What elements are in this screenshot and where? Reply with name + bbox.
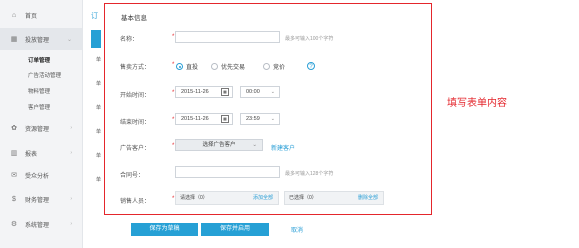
cancel-button[interactable]: 取消	[291, 225, 303, 234]
background-accent-strip	[91, 30, 101, 48]
client-select-button[interactable]: 选择广告客户 ⌄	[175, 139, 263, 151]
sidebar-item-system[interactable]: ⚙ 系统管理 ›	[0, 213, 82, 235]
chevron-right-icon: ›	[70, 150, 72, 156]
sidebar-item-label: 受众分析	[25, 173, 50, 180]
chevron-right-icon: ›	[70, 196, 72, 202]
start-time-label: 开始时间：	[120, 93, 151, 99]
sidebar-item-label: 首页	[25, 13, 38, 20]
sidebar-subitem-materials[interactable]: 物料管理	[28, 87, 50, 95]
radio-dot	[211, 63, 218, 70]
save-enable-button[interactable]: 保存并启用	[201, 223, 269, 236]
required-mark: *	[172, 62, 175, 68]
chevron-down-icon: ⌄	[270, 89, 275, 95]
background-text: 单	[96, 57, 102, 63]
remove-all-link[interactable]: 删除全部	[358, 192, 378, 204]
dollar-icon: $	[12, 195, 16, 203]
sidebar-item-resources[interactable]: ✿ 资源管理 ›	[0, 117, 82, 139]
start-time-select[interactable]: 00:00 ⌄	[240, 86, 280, 98]
sidebar-subitem-campaigns[interactable]: 广告活动管理	[28, 71, 61, 79]
background-text: 单	[96, 81, 102, 87]
background-text: 单	[96, 153, 102, 159]
radio-dot	[176, 63, 183, 70]
end-time-label: 结束时间：	[120, 120, 151, 126]
client-label: 广告客户：	[120, 146, 151, 152]
radio-label: 优先交易	[221, 65, 246, 71]
required-mark: *	[172, 117, 175, 123]
gear-icon: ✿	[11, 125, 17, 132]
client-select-label: 选择广告客户	[202, 142, 236, 148]
sidebar-item-label: 财务管理	[25, 197, 50, 204]
radio-label: 竞价	[273, 65, 286, 71]
required-mark: *	[172, 196, 175, 202]
sidebar-item-label: 资源管理	[25, 126, 50, 133]
sidebar-item-delivery[interactable]: ▦ 投放管理 ⌄	[0, 28, 82, 50]
radio-bidding[interactable]: 竞价	[263, 62, 285, 71]
annotation-text: 填写表单内容	[447, 98, 507, 109]
calendar-icon[interactable]: ▦	[221, 88, 229, 96]
sidebar-subitem-clients[interactable]: 客户管理	[28, 103, 50, 111]
end-time-select[interactable]: 23:59 ⌄	[240, 113, 280, 125]
sales-available-box: 请选择（0） 添加全部	[175, 191, 279, 205]
background-text: 单	[96, 105, 102, 111]
sale-type-label: 售卖方式：	[120, 65, 151, 71]
radio-direct[interactable]: 直投	[176, 62, 198, 71]
add-all-link[interactable]: 添加全部	[253, 192, 273, 204]
bar-chart-icon: ▥	[10, 150, 18, 157]
sidebar-item-label: 系统管理	[25, 222, 50, 229]
name-label: 名称：	[120, 37, 139, 43]
required-mark: *	[172, 143, 175, 149]
radio-label: 直投	[186, 65, 199, 71]
message-icon: ✉	[11, 172, 17, 179]
help-icon[interactable]: ?	[307, 62, 315, 70]
name-hint: 最多可输入100个字符	[285, 36, 334, 42]
contract-input[interactable]	[175, 166, 280, 178]
new-client-link[interactable]: 新建客户	[271, 143, 295, 152]
background-text: 单	[96, 129, 102, 135]
sidebar-item-home[interactable]: ⌂ 首页	[0, 4, 82, 26]
sidebar-subitem-orders[interactable]: 订单管理	[28, 56, 50, 64]
chevron-down-icon: ⌄	[270, 116, 275, 122]
required-mark: *	[172, 90, 175, 96]
sidebar-item-audience[interactable]: ✉ 受众分析	[0, 164, 82, 186]
start-date-value: 2015-11-26	[181, 89, 209, 95]
radio-priority-deal[interactable]: 优先交易	[211, 62, 245, 71]
end-date-value: 2015-11-26	[181, 116, 209, 122]
sidebar-item-finance[interactable]: $ 财务管理 ›	[0, 188, 82, 210]
sales-available-label: 请选择（0）	[180, 195, 208, 201]
grid-icon: ▦	[10, 36, 18, 43]
background-text: 单	[96, 177, 102, 183]
chevron-right-icon: ›	[70, 125, 72, 131]
name-input[interactable]	[175, 31, 280, 43]
chevron-down-icon: ⌄	[66, 36, 72, 43]
contract-hint: 最多可输入128个字符	[285, 171, 334, 177]
chevron-down-icon: ⌄	[252, 142, 257, 148]
calendar-icon[interactable]: ▦	[221, 115, 229, 123]
chevron-right-icon: ›	[70, 221, 72, 227]
background-page-title: 订	[91, 13, 98, 20]
sidebar-item-label: 投放管理	[25, 37, 50, 44]
settings-icon: ⚙	[10, 221, 18, 228]
required-mark: *	[172, 34, 175, 40]
sidebar-item-reports[interactable]: ▥ 报表 ›	[0, 142, 82, 164]
save-draft-button[interactable]: 保存为草稿	[131, 223, 198, 236]
contract-label: 合同号：	[120, 173, 145, 179]
end-time-value: 23:59	[246, 116, 260, 122]
sidebar: ⌂ 首页 ▦ 投放管理 ⌄ 订单管理 广告活动管理 物料管理 客户管理 ✿ 资源…	[0, 0, 83, 248]
sales-selected-box: 已选择（0） 删除全部	[284, 191, 384, 205]
radio-dot	[263, 63, 270, 70]
section-title: 基本信息	[121, 15, 147, 22]
sales-label: 销售人员：	[120, 199, 151, 205]
start-time-value: 00:00	[246, 89, 260, 95]
sidebar-item-label: 报表	[25, 151, 38, 158]
home-icon: ⌂	[11, 11, 17, 19]
sales-selected-label: 已选择（0）	[289, 195, 317, 201]
